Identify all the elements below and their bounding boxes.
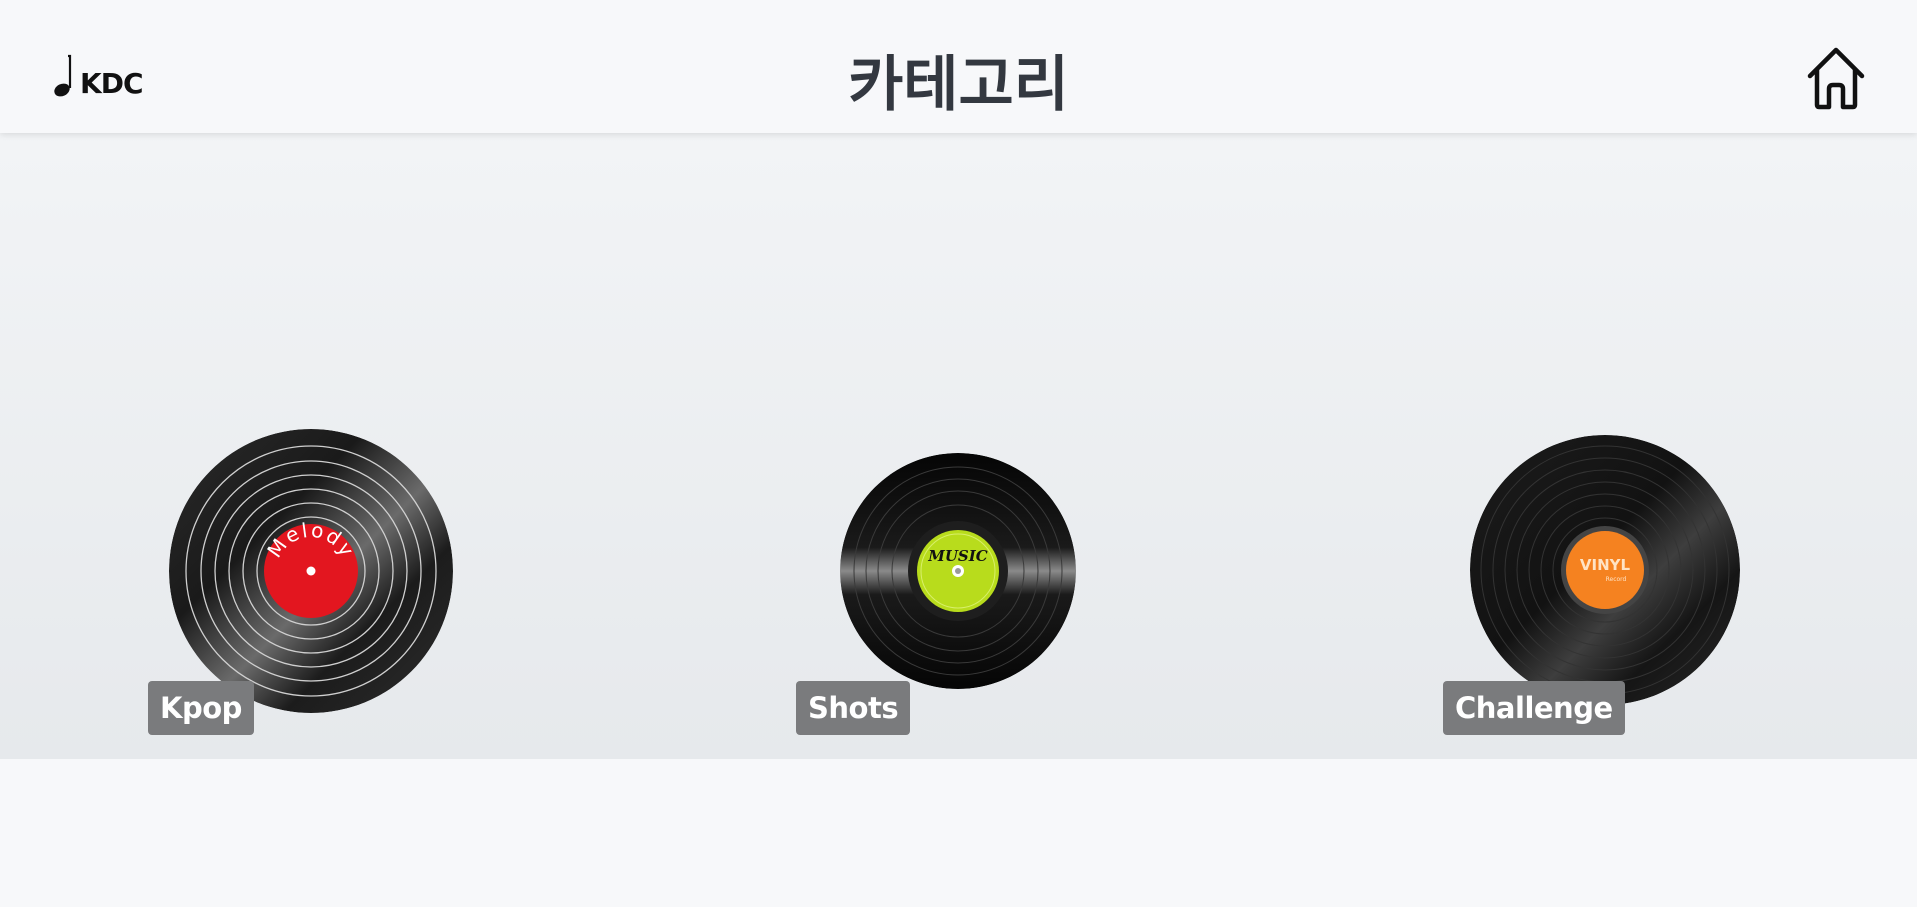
page-title: 카테고리	[848, 50, 1069, 120]
category-area: Melody Kpop MUSIC Shots VINYL Record Cha…	[0, 133, 1917, 759]
record-label-subtext: Record	[1606, 576, 1627, 583]
category-label: Kpop	[148, 681, 254, 735]
category-label: Challenge	[1443, 681, 1625, 735]
category-challenge[interactable]: VINYL Record Challenge	[1443, 435, 1740, 735]
home-icon	[1807, 47, 1865, 110]
category-shots[interactable]: MUSIC Shots	[796, 453, 1076, 735]
vinyl-record-icon: VINYL Record	[1470, 435, 1740, 705]
top-bar: KDC 카테고리	[0, 0, 1917, 133]
vinyl-record-icon: MUSIC	[840, 453, 1076, 689]
category-label: Shots	[796, 681, 911, 735]
category-kpop[interactable]: Melody Kpop	[148, 429, 454, 735]
record-label-text: VINYL	[1580, 556, 1631, 574]
record-label-text: MUSIC	[927, 547, 988, 565]
home-button[interactable]	[1804, 45, 1868, 111]
vinyl-record-icon: Melody	[169, 429, 453, 713]
